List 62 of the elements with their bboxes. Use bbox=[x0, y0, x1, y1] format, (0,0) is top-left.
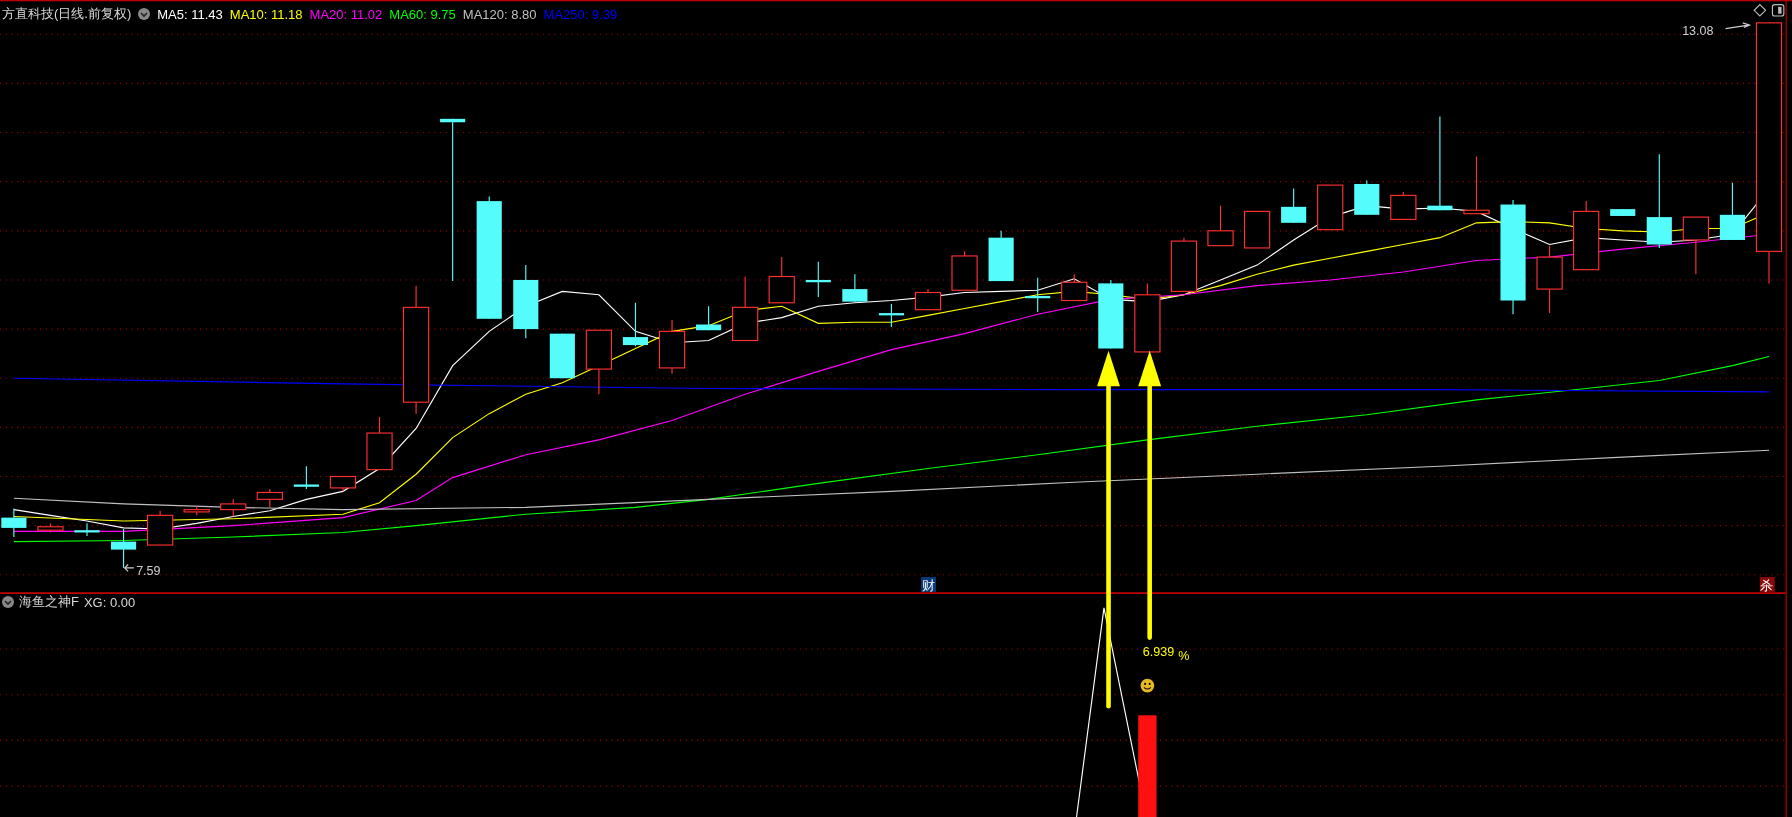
candlestick bbox=[696, 305, 722, 331]
candlestick bbox=[914, 288, 942, 311]
up-arrow-icon bbox=[1138, 350, 1162, 640]
candlestick bbox=[1134, 282, 1161, 353]
diamond-icon[interactable] bbox=[1753, 3, 1767, 17]
moving-average-value: MA5: 11.43 bbox=[157, 6, 223, 22]
candlestick bbox=[1463, 155, 1490, 215]
moving-average-value: MA60: 9.75 bbox=[389, 6, 456, 22]
up-arrow-icon bbox=[1097, 350, 1120, 709]
candlestick bbox=[1243, 210, 1271, 249]
moving-average-value: MA10: 11.18 bbox=[229, 6, 303, 22]
moving-average-value: MA250: 9.39 bbox=[543, 6, 618, 22]
stock-title: 方直科技(日线.前复权) bbox=[2, 5, 132, 23]
candlestick bbox=[1354, 179, 1380, 216]
candlestick bbox=[37, 522, 64, 534]
indicator-reading: XG: 0.00 bbox=[83, 594, 136, 610]
candlestick bbox=[293, 465, 319, 490]
candlestick bbox=[1682, 216, 1709, 275]
candlestick bbox=[1170, 237, 1198, 292]
low-price-pointer-icon bbox=[123, 563, 135, 572]
candlestick bbox=[1025, 277, 1051, 313]
candlestick bbox=[1207, 205, 1234, 247]
indicator-title: 海鱼之神F bbox=[19, 593, 79, 611]
candlestick bbox=[732, 275, 759, 342]
candlestick bbox=[842, 273, 868, 303]
candlestick bbox=[658, 319, 686, 375]
event-badge[interactable]: 财 bbox=[921, 577, 936, 593]
candlestick bbox=[1573, 200, 1600, 271]
candlestick bbox=[220, 498, 247, 518]
chevron-down-icon[interactable] bbox=[138, 8, 151, 20]
candlestick bbox=[183, 505, 210, 516]
candlestick bbox=[147, 510, 174, 546]
high-price-pointer-icon bbox=[1725, 22, 1752, 30]
candlestick bbox=[329, 475, 357, 492]
candlestick bbox=[1610, 208, 1636, 217]
moving-average-value: MA20: 11.02 bbox=[309, 6, 383, 22]
candlestick bbox=[74, 522, 100, 537]
candlestick bbox=[1317, 184, 1344, 231]
candlestick bbox=[1719, 182, 1745, 241]
candlestick bbox=[1390, 191, 1417, 220]
candlestick bbox=[622, 302, 649, 347]
candlestick bbox=[805, 261, 831, 298]
candlestick bbox=[366, 416, 393, 471]
smiley-icon bbox=[1140, 678, 1155, 693]
candlestick bbox=[1, 507, 27, 538]
candlestick bbox=[1098, 279, 1124, 350]
signal-unit: % bbox=[1178, 649, 1190, 664]
signal-value: 6.939 bbox=[1142, 644, 1175, 659]
candlestick bbox=[111, 528, 137, 569]
candlestick bbox=[951, 250, 978, 291]
candlestick bbox=[1281, 187, 1307, 224]
candlestick bbox=[256, 488, 283, 508]
low-price-label: 7.59 bbox=[136, 563, 161, 578]
candlestick bbox=[1536, 245, 1563, 314]
panel-toggle-icon[interactable] bbox=[1771, 4, 1785, 17]
chevron-down-icon[interactable] bbox=[2, 596, 14, 608]
candlestick bbox=[768, 256, 795, 304]
candlestick bbox=[1061, 273, 1088, 302]
moving-average-value: MA120: 8.80 bbox=[462, 6, 537, 22]
high-price-label: 13.08 bbox=[1682, 24, 1714, 39]
candlestick bbox=[878, 303, 904, 328]
candlestick bbox=[585, 329, 613, 395]
